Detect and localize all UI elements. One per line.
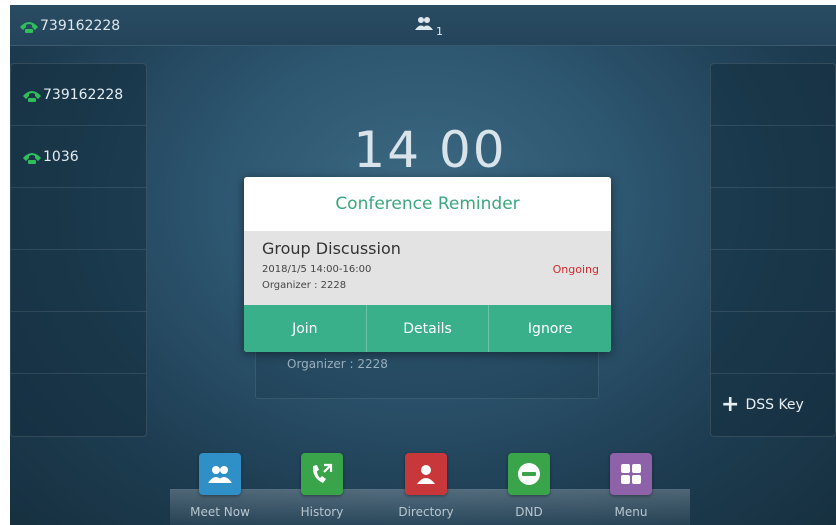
meet-now-label: Meet Now: [190, 505, 250, 519]
ignore-button[interactable]: Ignore: [489, 305, 611, 352]
conference-reminder-dialog: Conference Reminder Group Discussion 201…: [244, 177, 611, 352]
history-label: History: [300, 505, 344, 519]
event-details[interactable]: Group Discussion 2018/1/5 14:00-16:00 Or…: [244, 231, 611, 305]
line-key-1[interactable]: 739162228: [11, 64, 146, 126]
plus-icon: +: [721, 392, 740, 417]
phone-line-icon: [21, 87, 43, 103]
conference-count: 1: [436, 25, 443, 38]
line-keys-panel: 739162228 1036: [10, 63, 147, 437]
dss-key-1[interactable]: [711, 64, 835, 126]
event-status: Ongoing: [552, 263, 599, 276]
menu-label: Menu: [614, 505, 648, 519]
history-button[interactable]: History: [282, 453, 362, 519]
dialog-title: Conference Reminder: [244, 177, 611, 231]
status-bar: 739162228 1: [10, 5, 836, 46]
directory-button[interactable]: Directory: [386, 453, 466, 519]
status-account: 739162228: [18, 15, 120, 37]
line-key-label: 739162228: [43, 86, 124, 103]
status-account-number: 739162228: [40, 18, 121, 34]
line-key-2[interactable]: 1036: [11, 126, 146, 188]
event-organizer: Organizer : 2228: [262, 280, 347, 291]
phone-screen: 739162228 1 739162228 1036 + DSS Key 14 …: [10, 5, 836, 525]
conference-indicator: 1: [414, 15, 443, 38]
dss-key-3[interactable]: [711, 188, 835, 250]
dss-key-5[interactable]: [711, 312, 835, 374]
phone-line-icon: [21, 149, 43, 165]
event-time: 2018/1/5 14:00-16:00: [262, 264, 372, 275]
dnd-label: DND: [515, 505, 543, 519]
dnd-icon: [508, 453, 550, 495]
conference-people-icon: [414, 15, 434, 34]
phone-line-icon: [18, 18, 40, 34]
dss-keys-panel: + DSS Key: [710, 63, 836, 437]
line-key-label: 1036: [43, 148, 79, 165]
dss-key-4[interactable]: [711, 250, 835, 312]
join-button[interactable]: Join: [244, 305, 367, 352]
add-dss-key-button[interactable]: + DSS Key: [711, 374, 835, 436]
line-key-6[interactable]: [11, 374, 146, 436]
line-key-4[interactable]: [11, 250, 146, 312]
dss-key-label: DSS Key: [745, 397, 804, 413]
dss-key-2[interactable]: [711, 126, 835, 188]
dnd-button[interactable]: DND: [489, 453, 569, 519]
directory-icon: [405, 453, 447, 495]
background-event-organizer: Organizer : 2228: [287, 357, 388, 371]
meet-now-button[interactable]: Meet Now: [180, 453, 260, 519]
details-button[interactable]: Details: [367, 305, 490, 352]
menu-icon: [610, 453, 652, 495]
directory-label: Directory: [398, 505, 454, 519]
menu-button[interactable]: Menu: [591, 453, 671, 519]
event-subject: Group Discussion: [262, 239, 401, 258]
meet-now-icon: [199, 453, 241, 495]
history-icon: [301, 453, 343, 495]
line-key-5[interactable]: [11, 312, 146, 374]
clock-time: 14 00: [353, 121, 507, 179]
dialog-actions: Join Details Ignore: [244, 305, 611, 352]
line-key-3[interactable]: [11, 188, 146, 250]
